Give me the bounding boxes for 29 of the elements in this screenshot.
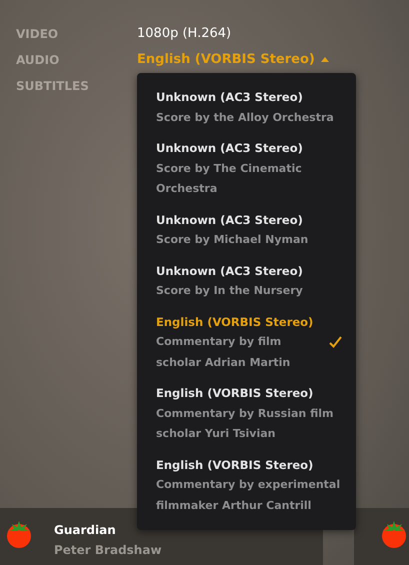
track-description: Commentary by experimental filmmaker Arthur Cantrill [156,477,342,514]
track-title: English (VORBIS Stereo) [156,314,314,330]
track-description: Score by In the Nursery [156,283,303,299]
track-title: Unknown (AC3 Stereo) [156,140,304,157]
audio-option[interactable]: English (VORBIS Stereo) Commentary by experimental filmmaker Arthur Cantrill [137,450,356,521]
detail-label: VIDEO [16,26,60,40]
review-source: Guardian [54,522,117,539]
caret-icon [320,57,329,62]
detail-label: AUDIO [16,52,60,66]
track-title: Unknown (AC3 Stereo) [156,89,304,106]
track-description: Commentary by Russian film scholar Yuri Tsivian [156,406,334,442]
track-title: English (VORBIS Stereo) [156,456,314,474]
critic-name: Peter Bradshaw [54,542,162,559]
track-title: English (VORBIS Stereo) [156,385,314,402]
audio-option[interactable]: English (VORBIS Stereo) Commentary by Russian film scholar Yuri Tsivian [137,378,356,450]
audio-option[interactable]: English (VORBIS Stereo) Commentary by film scholar Adrian Martin [137,306,356,378]
track-description: Score by The Cinematic Orchestra [156,160,303,197]
audio-option[interactable]: Unknown (AC3 Stereo) Score by The Cinematic Orchestra [137,133,356,204]
check-icon [329,336,342,348]
detail-value: 1080p (H.264) [137,26,232,41]
track-title: Unknown (AC3 Stereo) [156,212,304,228]
track-description: Score by the Alloy Orchestra [156,110,334,126]
audio-option[interactable]: Unknown (AC3 Stereo) Score by Michael Nyman [137,204,356,256]
audio-option[interactable]: Unknown (AC3 Stereo) Score by the Alloy Orchestra [137,82,356,133]
track-description: Commentary by film scholar Adrian Martin [156,334,292,370]
detail-label: SUBTITLES [16,78,90,92]
track-title: Unknown (AC3 Stereo) [156,262,304,280]
audio-option[interactable]: Unknown (AC3 Stereo) Score by In the Nursery [137,256,356,306]
track-description: Score by Michael Nyman [156,232,308,248]
